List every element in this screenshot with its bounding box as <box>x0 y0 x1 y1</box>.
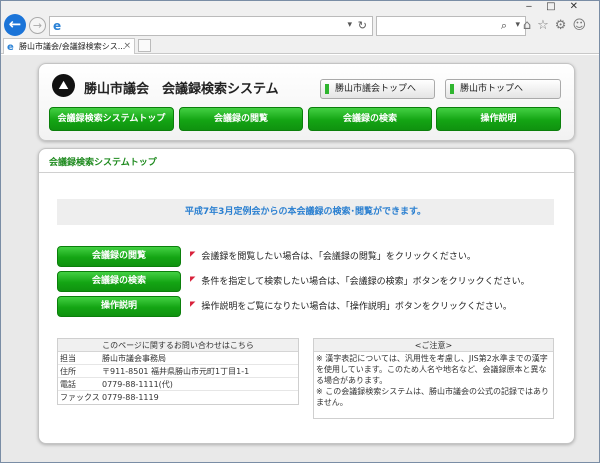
smiley-icon[interactable]: ☺ <box>572 18 592 33</box>
forward-button[interactable]: → <box>29 17 46 34</box>
tab-close-icon[interactable]: × <box>123 39 131 54</box>
back-arrow-icon: ← <box>8 15 22 33</box>
contact-value: 0779-88-1111(代) <box>102 380 173 389</box>
nav-browse-button[interactable]: 会議録の閲覧 <box>179 107 303 131</box>
toolbar-icons: ⌂☆⚙☺ <box>523 18 592 33</box>
contact-key: ファックス <box>60 393 100 402</box>
search-dropdown-icon[interactable]: ▾ <box>515 20 520 30</box>
nav-help-button[interactable]: 操作説明 <box>436 107 561 131</box>
caution-line: ※ この会議録検索システムは、勝山市議会の公式の記録ではありません。 <box>316 387 550 407</box>
nav-search-button[interactable]: 会議録の検索 <box>308 107 432 131</box>
nav-system-top-button[interactable]: 会議録検索システムトップ <box>49 107 174 131</box>
header-panel: ⛰ 勝山市議会 会議録検索システム 勝山市議会トップへ 勝山市トップへ 会議録検… <box>38 63 575 141</box>
contact-title: このページに関するお問い合わせはこちら <box>58 339 298 352</box>
section-divider <box>39 172 574 173</box>
home-icon[interactable]: ⌂ <box>523 18 537 33</box>
contact-value: 〒911-8501 福井県勝山市元町1丁目1-1 <box>102 367 250 376</box>
browse-button[interactable]: 会議録の閲覧 <box>57 246 181 267</box>
favorites-star-icon[interactable]: ☆ <box>537 18 555 33</box>
contact-row: ファックス 0779-88-1119 <box>58 391 298 404</box>
notice-banner: 平成7年3月定例会からの本会議録の検索･閲覧ができます。 <box>57 199 554 225</box>
back-button[interactable]: ← <box>4 14 26 36</box>
page-body: ⛰ 勝山市議会 会議録検索システム 勝山市議会トップへ 勝山市トップへ 会議録検… <box>1 55 599 462</box>
contact-row: 担当 勝山市議会事務局 <box>58 352 298 365</box>
tab-ie-icon: e <box>7 42 14 53</box>
contact-key: 電話 <box>60 380 76 389</box>
new-tab-button[interactable] <box>138 39 151 52</box>
refresh-icon[interactable]: ↻ <box>358 19 367 32</box>
browse-description-text: 会議録を閲覧したい場合は、「会議録の閲覧」をクリックください。 <box>201 252 476 262</box>
caution-body: ※ 漢字表記については、汎用性を考慮し、JIS第2水準までの漢字を使用しています… <box>314 352 553 409</box>
contact-value: 勝山市議会事務局 <box>102 354 166 363</box>
bullet-marker-icon: ◤ <box>190 250 196 258</box>
council-top-link[interactable]: 勝山市議会トップへ <box>320 79 435 99</box>
content-panel: 会議録検索システムトップ 平成7年3月定例会からの本会議録の検索･閲覧ができます… <box>38 148 575 444</box>
contact-table: このページに関するお問い合わせはこちら 担当 勝山市議会事務局 住所 〒911-… <box>57 338 299 405</box>
caution-line: ※ 漢字表記については、汎用性を考慮し、JIS第2水準までの漢字を使用しています… <box>316 354 548 385</box>
search-description: ◤ 条件を指定して検索したい場合は、「会議録の検索」ボタンをクリックください。 <box>190 274 530 287</box>
search-input[interactable]: ⌕ ▾ <box>376 16 526 36</box>
bullet-marker-icon: ◤ <box>190 275 196 283</box>
contact-row: 電話 0779-88-1111(代) <box>58 378 298 391</box>
site-title: 勝山市議会 会議録検索システム <box>84 82 279 97</box>
address-dropdown-icon[interactable]: ▾ <box>347 20 352 30</box>
window-controls[interactable]: ‒□✕ <box>526 1 592 12</box>
search-button[interactable]: 会議録の検索 <box>57 271 181 292</box>
help-description-text: 操作説明をご覧になりたい場合は、「操作説明」ボタンをクリックください。 <box>201 302 512 312</box>
gear-icon[interactable]: ⚙ <box>555 18 573 33</box>
help-button[interactable]: 操作説明 <box>57 296 181 317</box>
city-top-link[interactable]: 勝山市トップへ <box>445 79 561 99</box>
tab-title: 勝山市議会/会議録検索シス... <box>19 42 126 51</box>
browse-description: ◤ 会議録を閲覧したい場合は、「会議録の閲覧」をクリックください。 <box>190 249 476 262</box>
forward-arrow-icon: → <box>32 19 43 32</box>
bullet-marker-icon: ◤ <box>190 300 196 308</box>
caution-box: <ご注意> ※ 漢字表記については、汎用性を考慮し、JIS第2水準までの漢字を使… <box>313 338 554 419</box>
contact-key: 住所 <box>60 367 76 376</box>
contact-value: 0779-88-1119 <box>102 393 159 402</box>
address-bar[interactable]: e ▾ ↻ <box>49 16 373 36</box>
city-emblem-icon: ⛰ <box>52 74 75 97</box>
contact-key: 担当 <box>60 354 76 363</box>
browser-chrome: ‒□✕ ← → e ▾ ↻ ⌕ ▾ ⌂☆⚙☺ e 勝山市議会/会議録検索シス..… <box>0 0 600 54</box>
browser-tab[interactable]: e 勝山市議会/会議録検索シス... × <box>3 38 135 54</box>
section-title: 会議録検索システムトップ <box>49 158 157 168</box>
help-description: ◤ 操作説明をご覧になりたい場合は、「操作説明」ボタンをクリックください。 <box>190 299 512 312</box>
contact-row: 住所 〒911-8501 福井県勝山市元町1丁目1-1 <box>58 365 298 378</box>
caution-title: <ご注意> <box>314 339 553 352</box>
search-icon[interactable]: ⌕ <box>501 19 507 33</box>
ie-icon: e <box>53 19 62 33</box>
search-description-text: 条件を指定して検索したい場合は、「会議録の検索」ボタンをクリックください。 <box>201 277 530 287</box>
